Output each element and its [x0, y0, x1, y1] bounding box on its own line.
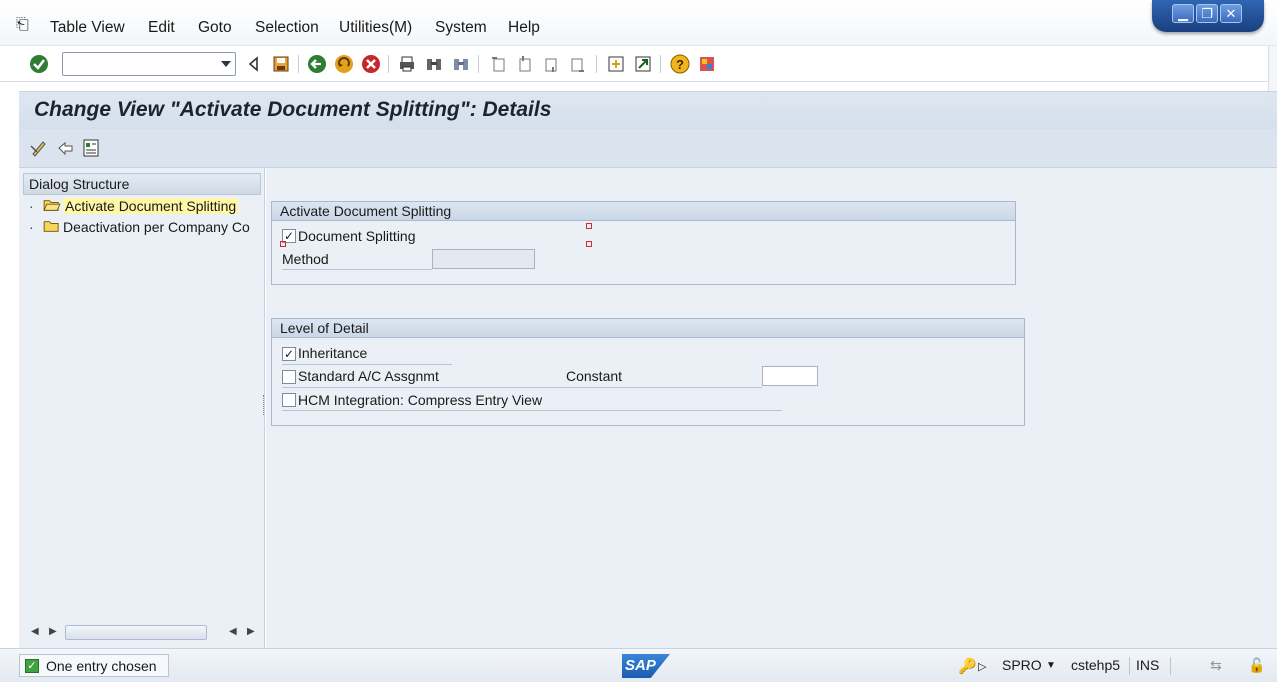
status-bar: ✓ One entry chosen SAP 🔑 ▷ SPRO ▼ cstehp…: [0, 648, 1277, 682]
dialog-structure-header: Dialog Structure: [23, 173, 261, 195]
status-message-text: One entry chosen: [46, 658, 157, 674]
display-change-icon[interactable]: [28, 137, 50, 159]
title-bar: Change View "Activate Document Splitting…: [19, 91, 1277, 129]
cancel-icon[interactable]: [360, 53, 382, 75]
system-menu-icon[interactable]: ⎗: [16, 16, 36, 34]
selection-handle: [586, 241, 592, 247]
back-arrow-icon[interactable]: [306, 53, 328, 75]
horizontal-scrollbar[interactable]: ◀ ▶ ◀ ▶: [25, 624, 261, 642]
scroll-right-icon[interactable]: ▶: [247, 626, 255, 637]
exit-icon[interactable]: [333, 53, 355, 75]
constant-label: Constant: [566, 368, 623, 384]
details-icon[interactable]: [80, 137, 102, 159]
folder-open-icon: [43, 197, 63, 216]
create-session-icon[interactable]: [605, 53, 627, 75]
menu-edit[interactable]: Edit: [148, 19, 175, 37]
sap-logo: SAP: [622, 654, 670, 678]
customize-layout-icon[interactable]: [696, 53, 718, 75]
minimize-icon[interactable]: ▁: [1172, 4, 1194, 23]
tree-item-deactivation-per-company[interactable]: · Deactivation per Company Co: [29, 217, 265, 237]
key-icon[interactable]: 🔑: [958, 657, 977, 675]
menu-system[interactable]: System: [435, 19, 487, 37]
svg-text:?: ?: [676, 57, 684, 72]
menu-table-view[interactable]: Table View: [50, 19, 125, 37]
selection-handle: [280, 241, 286, 247]
last-page-icon[interactable]: [566, 53, 588, 75]
constant-field[interactable]: [762, 366, 818, 386]
document-splitting-label: Document Splitting: [298, 228, 416, 244]
inheritance-label: Inheritance: [298, 345, 368, 361]
application-toolbar: [19, 129, 1277, 168]
status-message[interactable]: ✓ One entry chosen: [19, 654, 169, 677]
expand-status-icon[interactable]: ▷: [978, 660, 986, 673]
menu-selection[interactable]: Selection: [255, 19, 319, 37]
tree-item-activate-document-splitting[interactable]: · Activate Document Splitting: [29, 196, 265, 216]
inheritance-checkbox[interactable]: [282, 347, 296, 361]
command-input[interactable]: [65, 55, 213, 73]
transaction-code[interactable]: SPRO: [1002, 657, 1042, 673]
close-icon[interactable]: ✕: [1220, 4, 1242, 23]
window-controls: ▁ ❐ ✕: [1152, 0, 1264, 32]
menu-bar: ⎗ Table View Edit Goto Selection Utiliti…: [0, 0, 1277, 46]
first-page-icon[interactable]: [488, 53, 510, 75]
hcm-integration-checkbox[interactable]: [282, 393, 296, 407]
chevron-down-icon[interactable]: ▼: [1046, 660, 1056, 671]
standard-assignment-checkbox[interactable]: [282, 370, 296, 384]
group-title: Level of Detail: [272, 319, 1024, 338]
save-icon[interactable]: [270, 53, 292, 75]
help-icon[interactable]: ?: [669, 53, 691, 75]
previous-page-icon[interactable]: [514, 53, 536, 75]
group-title: Activate Document Splitting: [272, 202, 1015, 221]
details-area: Activate Document Splitting Document Spl…: [266, 168, 1277, 648]
selection-handle: [586, 223, 592, 229]
find-next-icon[interactable]: [450, 53, 472, 75]
hcm-integration-label: HCM Integration: Compress Entry View: [298, 392, 543, 408]
dialog-structure-pane: Dialog Structure · Activate Document Spli…: [19, 168, 265, 648]
method-field[interactable]: [432, 249, 535, 269]
shortcut-icon[interactable]: [632, 53, 654, 75]
command-field[interactable]: [62, 52, 236, 76]
menu-utilities[interactable]: Utilities(M): [339, 19, 412, 37]
chevron-down-icon[interactable]: [221, 61, 231, 67]
restore-icon[interactable]: ❐: [1196, 4, 1218, 23]
server-name: cstehp5: [1071, 657, 1121, 673]
next-page-icon[interactable]: [540, 53, 562, 75]
insert-mode[interactable]: INS: [1136, 657, 1159, 673]
lock-icon[interactable]: 🔓: [1248, 657, 1265, 674]
scroll-left-icon[interactable]: ◀: [229, 626, 237, 637]
tree-item-label: Deactivation per Company Co: [63, 219, 250, 235]
status-tray-icon[interactable]: ⇆: [1210, 657, 1222, 674]
menu-help[interactable]: Help: [508, 19, 540, 37]
page-title: Change View "Activate Document Splitting…: [34, 98, 552, 121]
scroll-right-icon[interactable]: ▶: [49, 626, 57, 637]
tree-item-label: Activate Document Splitting: [63, 198, 239, 214]
scroll-left-icon[interactable]: ◀: [31, 626, 39, 637]
standard-assignment-label: Standard A/C Assgnmt: [298, 368, 439, 384]
success-icon: ✓: [25, 659, 39, 673]
enter-icon[interactable]: [28, 53, 50, 75]
folder-icon: [43, 218, 63, 237]
scroll-thumb[interactable]: [65, 625, 207, 640]
find-icon[interactable]: [423, 53, 445, 75]
group-activate-document-splitting: Activate Document Splitting Document Spl…: [271, 201, 1016, 285]
standard-toolbar: ?: [0, 46, 1277, 82]
back-icon[interactable]: [243, 53, 265, 75]
menu-goto[interactable]: Goto: [198, 19, 232, 37]
method-label: Method: [282, 251, 329, 267]
print-icon[interactable]: [396, 53, 418, 75]
group-level-of-detail: Level of Detail Inheritance Standard A/C…: [271, 318, 1025, 426]
undo-icon[interactable]: [54, 137, 76, 159]
